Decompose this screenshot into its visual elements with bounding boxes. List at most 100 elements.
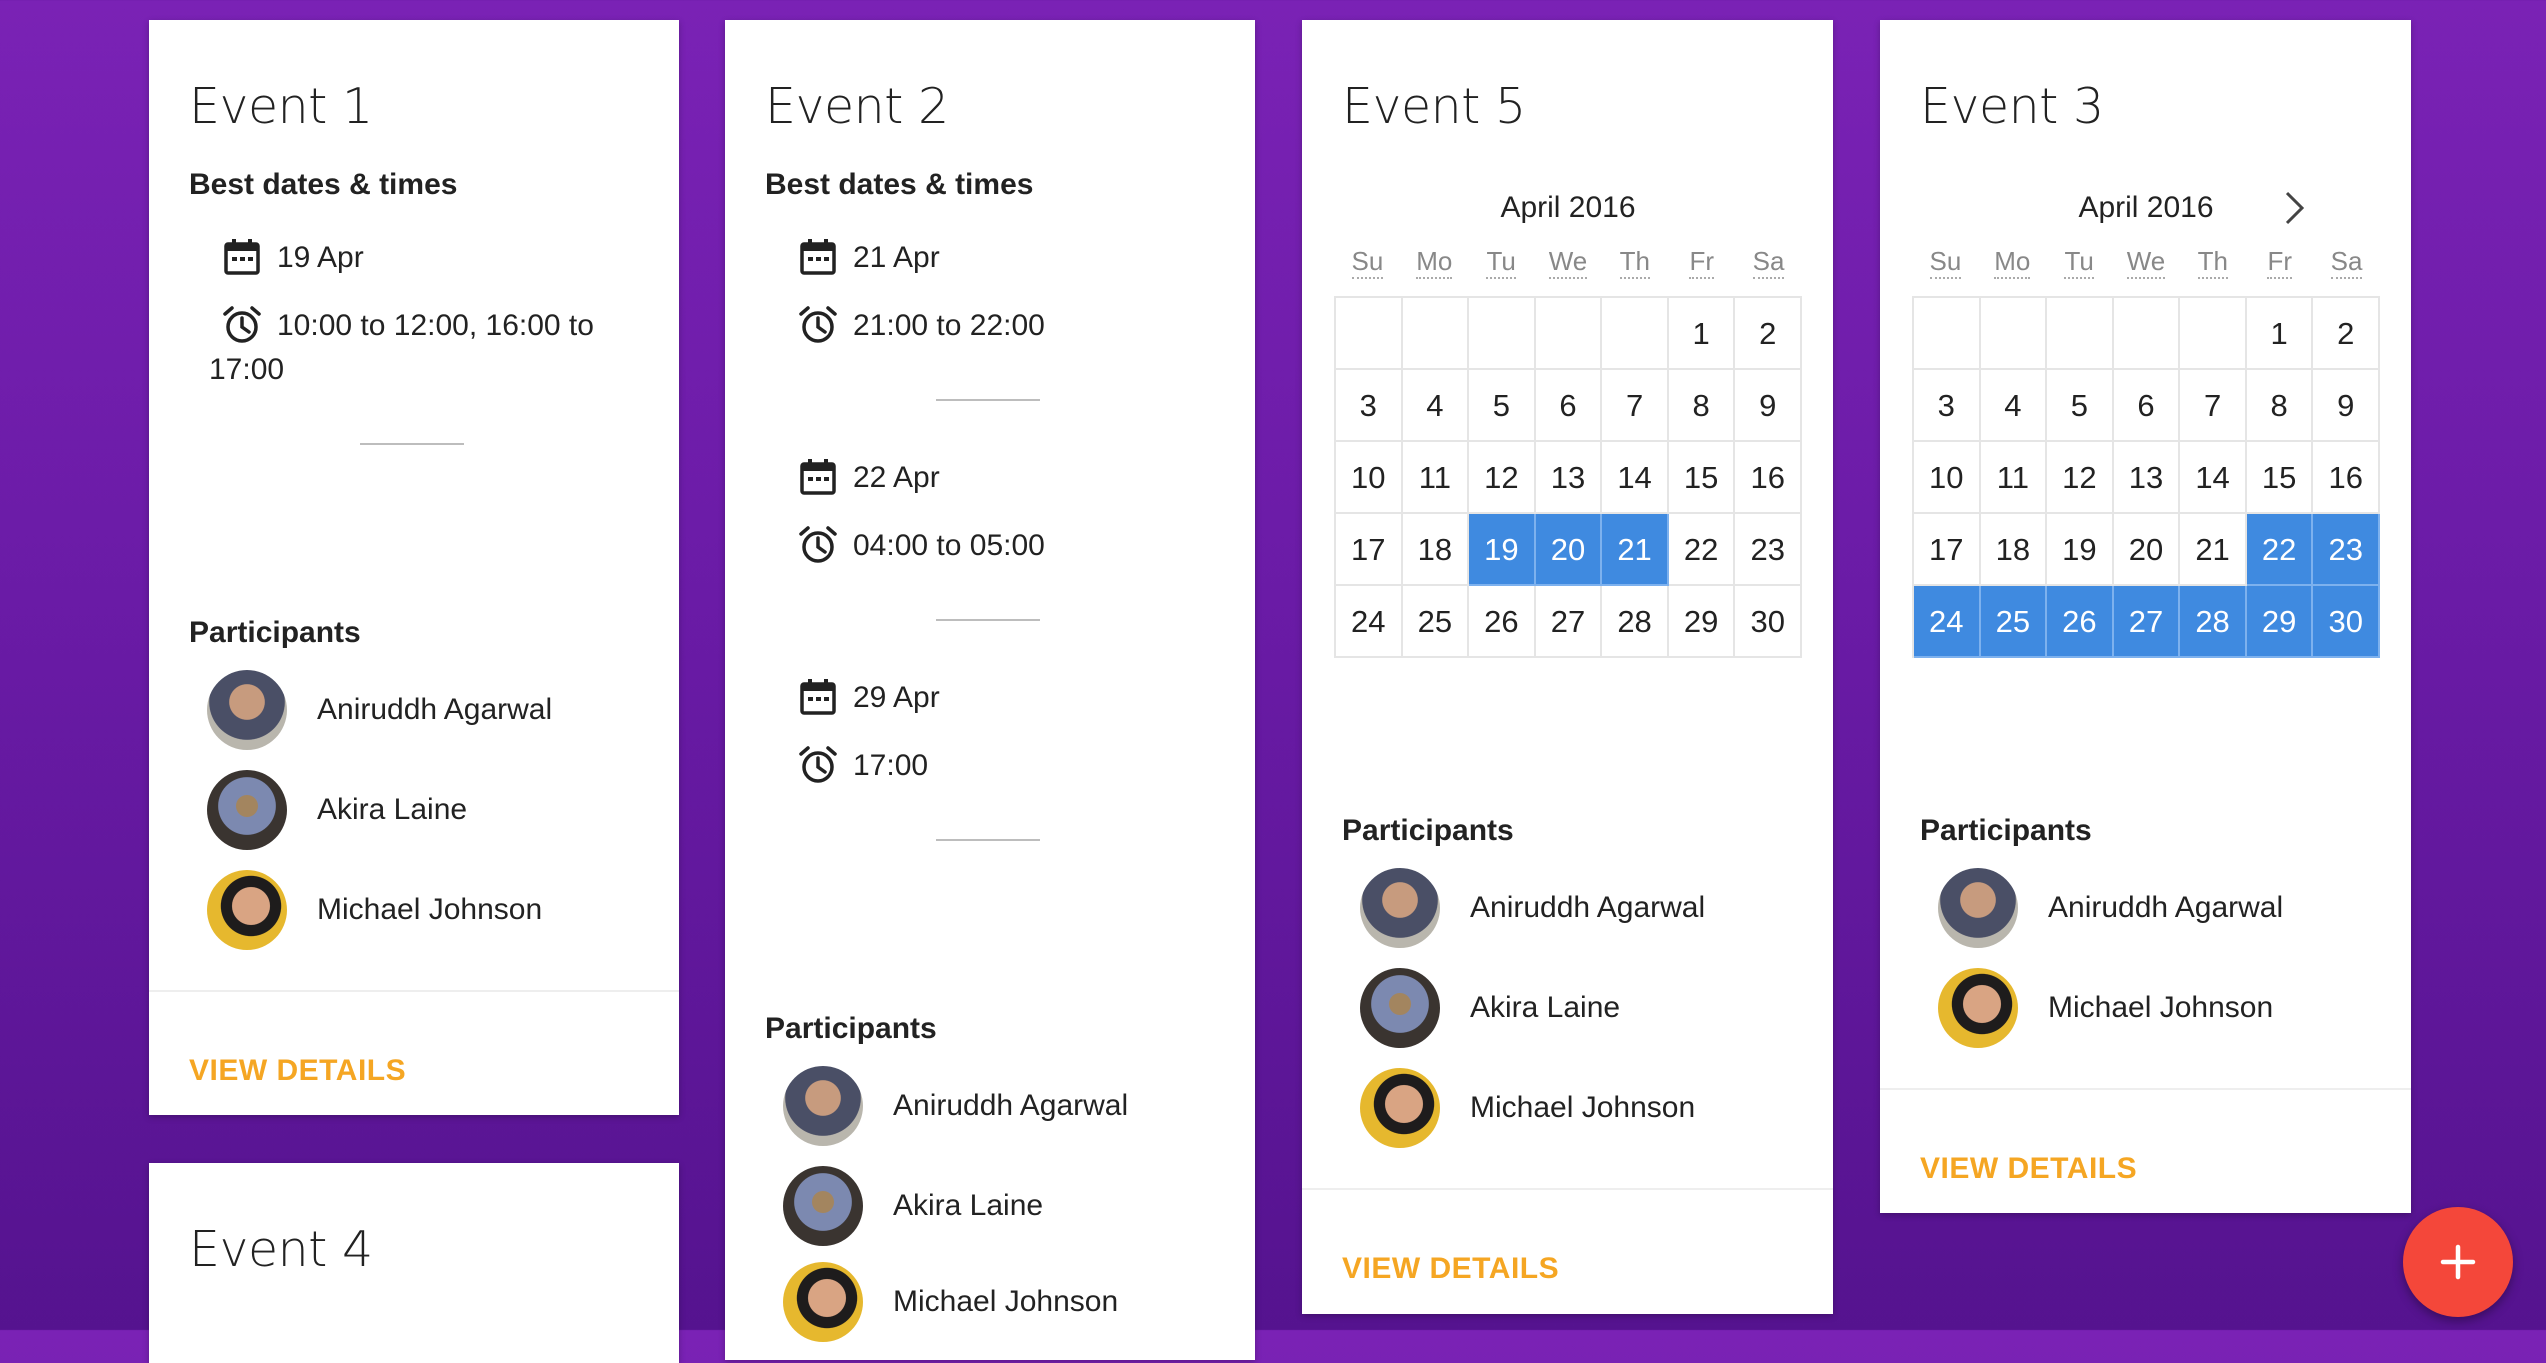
participant[interactable]: Akira Laine bbox=[207, 770, 467, 850]
weekday-label: Mo bbox=[1401, 238, 1468, 284]
calendar-day[interactable]: 26 bbox=[1469, 586, 1536, 658]
slot-time-text: 10:00 to 12:00, 16:00 to 17:00 bbox=[209, 309, 594, 386]
calendar-day[interactable]: 30 bbox=[1735, 586, 1802, 658]
calendar-day[interactable]: 10 bbox=[1336, 442, 1403, 514]
add-event-button[interactable] bbox=[2403, 1207, 2513, 1317]
calendar-day[interactable]: 17 bbox=[1914, 514, 1981, 586]
calendar-day[interactable]: 21 bbox=[2180, 514, 2247, 586]
event-card-3: Event 3 April 2016 Su Mo Tu We Th Fr Sa 123456… bbox=[1880, 20, 2411, 1213]
calendar-day[interactable]: 23 bbox=[2313, 514, 2380, 586]
calendar-day[interactable]: 11 bbox=[1980, 442, 2048, 514]
calendar-day[interactable]: 6 bbox=[1535, 370, 1603, 442]
calendar-month: April 2016 bbox=[1912, 178, 2380, 238]
calendar-day[interactable]: 7 bbox=[2180, 370, 2247, 442]
calendar-day[interactable]: 1 bbox=[1668, 298, 1736, 370]
participant[interactable]: Aniruddh Agarwal bbox=[783, 1066, 1128, 1146]
calendar-day[interactable]: 27 bbox=[1535, 586, 1603, 658]
participant[interactable]: Akira Laine bbox=[1360, 968, 1620, 1048]
calendar-day[interactable]: 18 bbox=[1980, 514, 2048, 586]
calendar-day[interactable]: 2 bbox=[1735, 298, 1802, 370]
participant[interactable]: Aniruddh Agarwal bbox=[1938, 868, 2283, 948]
weekday-label: Sa bbox=[2313, 238, 2380, 284]
participant[interactable]: Aniruddh Agarwal bbox=[1360, 868, 1705, 948]
calendar-day[interactable]: 7 bbox=[1602, 370, 1669, 442]
weekday-label: Th bbox=[1601, 238, 1668, 284]
calendar-day[interactable]: 1 bbox=[2246, 298, 2314, 370]
calendar-day[interactable]: 5 bbox=[2047, 370, 2114, 442]
slot-time: 17:00 bbox=[797, 744, 928, 788]
calendar-day[interactable]: 25 bbox=[1980, 586, 2048, 658]
calendar-day[interactable]: 15 bbox=[1668, 442, 1736, 514]
slot-time: 04:00 to 05:00 bbox=[797, 524, 1045, 568]
calendar-day[interactable]: 12 bbox=[1469, 442, 1536, 514]
view-details-button[interactable]: VIEW DETAILS bbox=[1920, 1152, 2137, 1186]
calendar-day[interactable]: 4 bbox=[1402, 370, 1470, 442]
calendar-day[interactable]: 10 bbox=[1914, 442, 1981, 514]
calendar-empty-cell bbox=[1602, 298, 1669, 370]
calendar-day[interactable]: 20 bbox=[1535, 514, 1603, 586]
calendar-day[interactable]: 9 bbox=[2313, 370, 2380, 442]
view-details-button[interactable]: VIEW DETAILS bbox=[189, 1054, 406, 1088]
weekday-label: Su bbox=[1334, 238, 1401, 284]
calendar-day[interactable]: 15 bbox=[2246, 442, 2314, 514]
calendar-day[interactable]: 17 bbox=[1336, 514, 1403, 586]
calendar-day[interactable]: 9 bbox=[1735, 370, 1802, 442]
calendar-day[interactable]: 14 bbox=[1602, 442, 1669, 514]
calendar-day[interactable]: 24 bbox=[1914, 586, 1981, 658]
calendar-day[interactable]: 23 bbox=[1735, 514, 1802, 586]
calendar-day[interactable]: 3 bbox=[1914, 370, 1981, 442]
calendar-day[interactable]: 29 bbox=[1668, 586, 1736, 658]
calendar-days: 1 2 3 4 5 6 7 8 9 10 11 12 13 14 15 16 17 18 19 20 21 22 23 24 2… bbox=[1334, 296, 1802, 658]
calendar-day[interactable]: 29 bbox=[2246, 586, 2314, 658]
calendar-day[interactable]: 13 bbox=[1535, 442, 1603, 514]
calendar-day[interactable]: 16 bbox=[2313, 442, 2380, 514]
calendar-day[interactable]: 27 bbox=[2113, 586, 2181, 658]
calendar-day[interactable]: 28 bbox=[2180, 586, 2247, 658]
calendar-empty-cell bbox=[1535, 298, 1603, 370]
event-card-1: Event 1 Best dates & times 19 Apr 10:00 … bbox=[149, 20, 679, 1115]
weekday-label: Tu bbox=[2046, 238, 2113, 284]
calendar-day[interactable]: 14 bbox=[2180, 442, 2247, 514]
calendar-day[interactable]: 11 bbox=[1402, 442, 1470, 514]
participant[interactable]: Michael Johnson bbox=[1938, 968, 2273, 1048]
calendar-day[interactable]: 8 bbox=[1668, 370, 1736, 442]
card-title: Event 1 bbox=[189, 78, 373, 135]
calendar-day[interactable]: 2 bbox=[2313, 298, 2380, 370]
calendar-empty-cell bbox=[2113, 298, 2181, 370]
calendar-month: April 2016 bbox=[1500, 191, 1636, 224]
calendar-day[interactable]: 3 bbox=[1336, 370, 1403, 442]
calendar-day[interactable]: 13 bbox=[2113, 442, 2181, 514]
calendar-day[interactable]: 19 bbox=[1469, 514, 1536, 586]
calendar-day[interactable]: 18 bbox=[1402, 514, 1470, 586]
avatar bbox=[207, 870, 287, 950]
calendar-day[interactable]: 6 bbox=[2113, 370, 2181, 442]
slot-date: 22 Apr bbox=[797, 456, 940, 500]
calendar-day[interactable]: 21 bbox=[1602, 514, 1669, 586]
calendar-day[interactable]: 16 bbox=[1735, 442, 1802, 514]
chevron-right-icon[interactable] bbox=[2276, 190, 2312, 226]
calendar-day[interactable]: 20 bbox=[2113, 514, 2181, 586]
calendar-day[interactable]: 19 bbox=[2047, 514, 2114, 586]
calendar-day[interactable]: 22 bbox=[2246, 514, 2314, 586]
view-details-button[interactable]: VIEW DETAILS bbox=[1342, 1252, 1559, 1286]
calendar-day[interactable]: 5 bbox=[1469, 370, 1536, 442]
participant[interactable]: Michael Johnson bbox=[783, 1262, 1118, 1342]
calendar-day[interactable]: 8 bbox=[2246, 370, 2314, 442]
participant[interactable]: Michael Johnson bbox=[207, 870, 542, 950]
avatar bbox=[783, 1066, 863, 1146]
weekday-label: Tu bbox=[1468, 238, 1535, 284]
participant[interactable]: Akira Laine bbox=[783, 1166, 1043, 1246]
participant[interactable]: Michael Johnson bbox=[1360, 1068, 1695, 1148]
calendar-day[interactable]: 25 bbox=[1402, 586, 1470, 658]
calendar-day[interactable]: 26 bbox=[2047, 586, 2114, 658]
calendar-day[interactable]: 30 bbox=[2313, 586, 2380, 658]
participant[interactable]: Aniruddh Agarwal bbox=[207, 670, 552, 750]
calendar-day[interactable]: 22 bbox=[1668, 514, 1736, 586]
calendar-day[interactable]: 28 bbox=[1602, 586, 1669, 658]
calendar-day[interactable]: 12 bbox=[2047, 442, 2114, 514]
calendar-day[interactable]: 4 bbox=[1980, 370, 2048, 442]
calendar-empty-cell bbox=[2180, 298, 2247, 370]
calendar-day[interactable]: 24 bbox=[1336, 586, 1403, 658]
calendar-days: 1 2 3 4 5 6 7 8 9 10 11 12 13 14 15 16 17 18 19 20 21 22 23 24 2… bbox=[1912, 296, 2380, 658]
alarm-clock-icon bbox=[799, 526, 837, 563]
